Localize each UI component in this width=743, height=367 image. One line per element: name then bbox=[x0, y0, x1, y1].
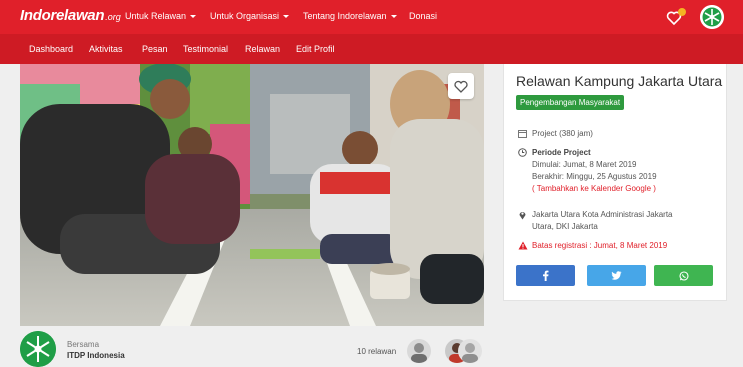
period-start: Dimulai: Jumat, 8 Maret 2019 bbox=[532, 160, 637, 169]
chevron-down-icon bbox=[283, 15, 290, 19]
subnav-relawan[interactable]: Relawan bbox=[245, 44, 280, 54]
facebook-icon bbox=[543, 270, 549, 281]
brand-tld: .org bbox=[105, 12, 121, 22]
nav-tentang-indorelawan[interactable]: Tentang Indorelawan bbox=[303, 11, 397, 21]
nav-label: Donasi bbox=[409, 11, 438, 21]
chevron-down-icon bbox=[390, 15, 397, 19]
nav-donasi[interactable]: Donasi bbox=[409, 11, 437, 21]
chevron-down-icon bbox=[190, 15, 197, 19]
nav-untuk-relawan[interactable]: Untuk Relawan bbox=[125, 11, 197, 21]
notification-badge-icon bbox=[678, 8, 686, 16]
nav-untuk-organisasi[interactable]: Untuk Organisasi bbox=[210, 11, 290, 21]
location-line-1: Jakarta Utara Kota Administrasi Jakarta bbox=[532, 210, 673, 219]
itdp-logo-icon bbox=[20, 331, 56, 367]
heart-icon bbox=[666, 8, 686, 26]
location-line-2: Utara, DKI Jakarta bbox=[532, 222, 598, 231]
activity-info-card: Relawan Kampung Jakarta Utara Pengembang… bbox=[503, 64, 727, 301]
category-badge[interactable]: Pengembangan Masyarakat bbox=[516, 95, 625, 110]
avatar-icon bbox=[458, 339, 482, 363]
user-avatar-logo-icon bbox=[700, 5, 724, 29]
subnav-edit-profil[interactable]: Edit Profil bbox=[296, 44, 335, 54]
share-facebook-button[interactable] bbox=[516, 265, 575, 286]
favorite-button[interactable] bbox=[448, 73, 474, 99]
share-twitter-button[interactable] bbox=[587, 265, 646, 286]
brand-logo[interactable]: Indorelawan.org bbox=[20, 7, 121, 25]
host-name[interactable]: ITDP Indonesia bbox=[67, 351, 125, 360]
volunteer-avatar[interactable] bbox=[458, 339, 482, 363]
activity-title: Relawan Kampung Jakarta Utara bbox=[516, 73, 723, 89]
subnav-dashboard[interactable]: Dashboard bbox=[29, 44, 73, 54]
nav-label: Tentang Indorelawan bbox=[303, 11, 387, 21]
map-pin-icon bbox=[519, 212, 526, 220]
whatsapp-icon bbox=[678, 270, 689, 281]
nav-label: Untuk Organisasi bbox=[210, 11, 280, 21]
warning-icon bbox=[518, 241, 528, 250]
activity-photo bbox=[20, 64, 484, 326]
clock-icon bbox=[518, 148, 527, 157]
share-whatsapp-button[interactable] bbox=[654, 265, 713, 286]
sub-navbar: Dashboard Aktivitas Pesan Testimonial Re… bbox=[0, 34, 743, 64]
registration-deadline: Batas registrasi : Jumat, 8 Maret 2019 bbox=[532, 241, 668, 250]
volunteers-painting-photo bbox=[20, 64, 484, 326]
volunteer-avatar[interactable] bbox=[407, 339, 431, 363]
subnav-pesan[interactable]: Pesan bbox=[142, 44, 168, 54]
brand-name: Indorelawan bbox=[20, 7, 105, 24]
top-navbar: Indorelawan.org Untuk Relawan Untuk Orga… bbox=[0, 0, 743, 34]
period-label: Periode Project bbox=[532, 148, 591, 157]
project-type: Project (380 jam) bbox=[532, 129, 593, 138]
nav-label: Untuk Relawan bbox=[125, 11, 187, 21]
heart-icon bbox=[454, 80, 468, 93]
twitter-icon bbox=[611, 271, 622, 280]
period-end: Berakhir: Minggu, 25 Agustus 2019 bbox=[532, 172, 657, 181]
subnav-testimonial[interactable]: Testimonial bbox=[183, 44, 228, 54]
host-logo[interactable] bbox=[20, 331, 56, 367]
add-to-google-calendar-link[interactable]: ( Tambahkan ke Kalender Google ) bbox=[532, 183, 656, 195]
favorites-button[interactable] bbox=[666, 7, 688, 27]
avatar-icon bbox=[407, 339, 431, 363]
user-avatar[interactable] bbox=[700, 5, 724, 29]
subnav-aktivitas[interactable]: Aktivitas bbox=[89, 44, 123, 54]
calendar-icon bbox=[518, 130, 527, 138]
host-with-label: Bersama bbox=[67, 340, 100, 349]
volunteer-count[interactable]: 10 relawan bbox=[357, 347, 396, 356]
